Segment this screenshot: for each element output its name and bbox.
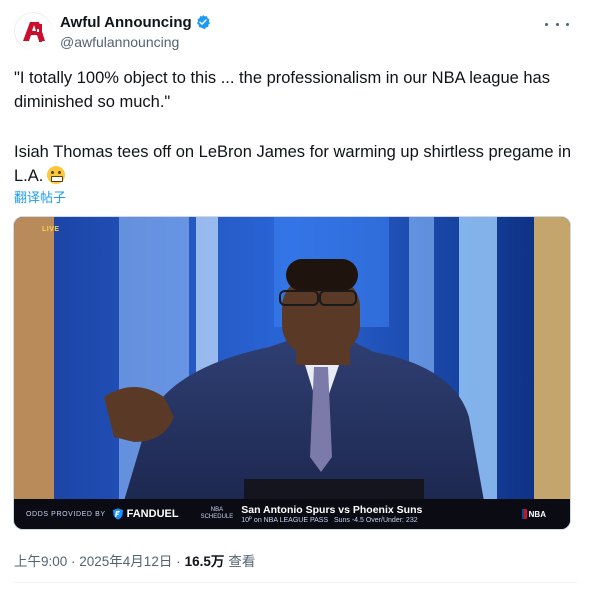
author-names: Awful Announcing @awfulannouncing	[60, 12, 211, 50]
verified-badge-icon	[196, 15, 210, 30]
tweet-quote: "I totally 100% object to this ... the p…	[14, 69, 550, 111]
divider	[14, 582, 577, 583]
tweet-meta: 上午9:00 · 2025年4月12日 · 16.5万 查看	[14, 550, 255, 570]
matchup-text: San Antonio Spurs vs Phoenix Suns	[241, 504, 423, 516]
betting-line: Suns -4.5 Over/Under: 232	[333, 517, 418, 524]
fanduel-shield-icon	[112, 508, 123, 520]
nba-logo-text: NBA	[528, 509, 546, 519]
view-count: 16.5万	[184, 554, 225, 569]
odds-label: ODDS PROVIDED BY	[26, 510, 106, 518]
score-ticker: ODDS PROVIDED BY FANDUEL NBA SCHEDULE Sa…	[14, 499, 570, 529]
aa-logo-icon[interactable]	[14, 12, 52, 50]
video-media[interactable]: LIVE ODDS PROVIDED BY FANDUEL NBA SCHEDU…	[13, 216, 571, 530]
tweet-body: Isiah Thomas tees off on LeBron James fo…	[14, 143, 571, 185]
matchup-details: 10ᴾ on NBA LEAGUE PASS Suns -4.5 Over/Un…	[241, 517, 422, 524]
more-options-icon[interactable]	[545, 16, 569, 32]
author-handle[interactable]: @awfulannouncing	[60, 34, 211, 50]
schedule-label-2: SCHEDULE	[200, 514, 234, 520]
nba-logo-icon: NBA	[521, 509, 546, 519]
time-network: 10ᴾ on NBA LEAGUE PASS	[241, 517, 329, 524]
live-label: LIVE	[42, 226, 60, 233]
tweet-text: "I totally 100% object to this ... the p…	[14, 66, 579, 188]
sponsor-name: FANDUEL	[126, 508, 179, 520]
views-label: 查看	[228, 554, 256, 569]
tweet-body-line: Isiah Thomas tees off on LeBron James fo…	[14, 140, 579, 188]
grimacing-face-icon	[47, 166, 66, 184]
video-frame	[14, 217, 570, 529]
game-info: San Antonio Spurs vs Phoenix Suns 10ᴾ on…	[241, 504, 422, 524]
translate-post-link[interactable]: 翻译帖子	[14, 187, 66, 206]
schedule-label-1: NBA	[210, 507, 224, 513]
timestamp[interactable]: 上午9:00 · 2025年4月12日 ·	[14, 550, 181, 570]
schedule-label: NBA SCHEDULE	[201, 507, 234, 521]
tweet-header: Awful Announcing @awfulannouncing	[14, 10, 577, 56]
author-display-name[interactable]: Awful Announcing	[60, 14, 192, 31]
